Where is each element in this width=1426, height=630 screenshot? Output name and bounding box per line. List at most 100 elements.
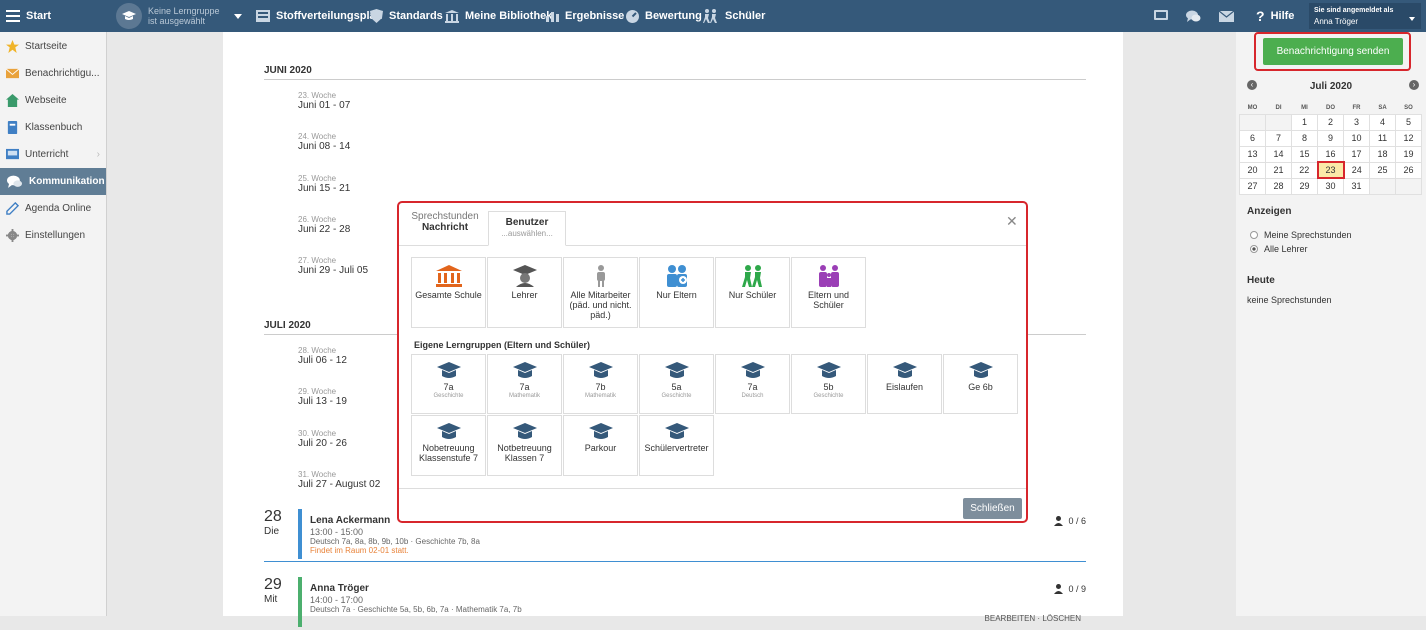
group-tile-7b-mathematik[interactable]: 7b Mathematik [563, 354, 638, 414]
sidebar-item-kommunikation[interactable]: Kommunikation › [0, 168, 106, 195]
today-title: Heute [1247, 275, 1275, 286]
calendar-day[interactable]: 3 [1343, 113, 1370, 131]
help-button[interactable]: ? Hilfe [1256, 0, 1294, 32]
sidebar-item-agenda-online[interactable]: Agenda Online [0, 195, 106, 222]
tile-label: Nur Schüler [728, 290, 777, 300]
calendar-day[interactable]: 4 [1369, 113, 1396, 131]
calendar-day[interactable]: 27 [1239, 177, 1266, 195]
calendar-day[interactable]: 20 [1239, 161, 1266, 179]
mini-calendar: MO DI MI DO FR SA SO 1 2 3 4 5 6 7 8 9 1… [1239, 102, 1422, 195]
nav-ergebnisse[interactable]: Ergebnisse [546, 0, 624, 32]
chevron-right-icon: › [96, 149, 100, 160]
tab-sprechstunden-nachricht[interactable]: Sprechstunden Nachricht [407, 211, 483, 233]
week-entry[interactable]: 30. Woche Juli 20 - 26 [298, 429, 347, 449]
calendar-week: 1 2 3 4 5 [1239, 113, 1422, 131]
calendar-day[interactable]: 5 [1395, 113, 1422, 131]
calendar-day[interactable]: 26 [1395, 161, 1422, 179]
chat-button[interactable] [1186, 0, 1201, 32]
calendar-day[interactable]: 28 [1265, 177, 1292, 195]
group-tile-schuelervertreter[interactable]: Schülervertreter [639, 415, 714, 476]
calendar-day[interactable]: 13 [1239, 145, 1266, 163]
group-selector[interactable]: Keine Lerngruppe ist ausgewählt [116, 0, 242, 32]
week-entry[interactable]: 28. Woche Juli 06 - 12 [298, 346, 347, 366]
calendar-day[interactable]: 24 [1343, 161, 1370, 179]
calendar-day[interactable]: 11 [1369, 129, 1396, 147]
week-entry[interactable]: 24. Woche Juni 08 - 14 [298, 132, 350, 152]
screen-share-button[interactable] [1154, 0, 1168, 32]
group-tile-5b-geschichte[interactable]: 5b Geschichte [791, 354, 866, 414]
tile-nur-eltern[interactable]: Nur Eltern [639, 257, 714, 328]
menu-button[interactable]: Start [6, 0, 51, 32]
calendar-day[interactable]: 7 [1265, 129, 1292, 147]
mail-button[interactable] [1219, 0, 1234, 32]
shield-icon [370, 9, 383, 23]
sidebar-item-webseite[interactable]: Webseite [0, 87, 106, 114]
calendar-day[interactable]: 10 [1343, 129, 1370, 147]
sidebar-item-unterricht[interactable]: Unterricht › [0, 141, 106, 168]
calendar-day[interactable]: 14 [1265, 145, 1292, 163]
calendar-prev-button[interactable]: ‹ [1247, 80, 1257, 90]
group-tile-7a-deutsch[interactable]: 7a Deutsch [715, 354, 790, 414]
calendar-day[interactable]: 1 [1291, 113, 1318, 131]
calendar-day[interactable]: 18 [1369, 145, 1396, 163]
nav-label: Bewertung [645, 10, 702, 22]
week-entry[interactable]: 27. Woche Juni 29 - Juli 05 [298, 256, 368, 276]
close-button[interactable]: Schließen [963, 498, 1022, 519]
calendar-day[interactable]: 6 [1239, 129, 1266, 147]
group-tile-notbetreuung-klassen-7[interactable]: Notbetreuung Klassen 7 [487, 415, 562, 476]
sidebar-item-einstellungen[interactable]: Einstellungen [0, 222, 106, 249]
sidebar-item-klassenbuch[interactable]: Klassenbuch [0, 114, 106, 141]
calendar-day [1265, 113, 1292, 131]
user-menu[interactable]: Sie sind angemeldet als Anna Tröger [1309, 3, 1421, 29]
nav-schueler[interactable]: Schüler [703, 0, 765, 32]
calendar-day[interactable]: 9 [1317, 129, 1344, 147]
event-actions[interactable]: BEARBEITEN · LÖSCHEN [985, 614, 1081, 623]
calendar-day[interactable]: 15 [1291, 145, 1318, 163]
radio-meine-sprechstunden[interactable]: Meine Sprechstunden [1250, 230, 1352, 240]
tile-gesamte-schule[interactable]: Gesamte Schule [411, 257, 486, 328]
calendar-day[interactable]: 8 [1291, 129, 1318, 147]
calendar-day[interactable]: 19 [1395, 145, 1422, 163]
calendar-day[interactable]: 12 [1395, 129, 1422, 147]
week-entry[interactable]: 29. Woche Juli 13 - 19 [298, 387, 347, 407]
calendar-title: Juli 2020 [1309, 81, 1353, 92]
calendar-day[interactable]: 31 [1343, 177, 1370, 195]
event-entry[interactable]: 29 Mit Anna Tröger 14:00 - 17:00 Deutsch… [264, 576, 1086, 630]
week-entry[interactable]: 31. Woche Juli 27 - August 02 [298, 470, 380, 490]
calendar-day[interactable]: 30 [1317, 177, 1344, 195]
week-entry[interactable]: 26. Woche Juni 22 - 28 [298, 215, 350, 235]
person-icon [1054, 516, 1064, 526]
tile-lehrer[interactable]: Lehrer [487, 257, 562, 328]
group-tile-7a-mathematik[interactable]: 7a Mathematik [487, 354, 562, 414]
week-entry[interactable]: 23. Woche Juni 01 - 07 [298, 91, 350, 111]
calendar-day-today[interactable]: 23 [1316, 161, 1345, 179]
calendar-day[interactable]: 21 [1265, 161, 1292, 179]
group-tile-parkour[interactable]: Parkour [563, 415, 638, 476]
calendar-day[interactable]: 29 [1291, 177, 1318, 195]
tab-benutzer[interactable]: Benutzer ...auswählen... [488, 211, 566, 246]
group-tile-nobetreuung-klassenstufe-7[interactable]: Nobetreuung Klassenstufe 7 [411, 415, 486, 476]
nav-meine-bibliothek[interactable]: Meine Bibliothek [445, 0, 552, 32]
nav-bewertung[interactable]: Bewertung [626, 0, 702, 32]
modal-close-icon[interactable]: ✕ [1006, 213, 1018, 230]
calendar-day[interactable]: 25 [1369, 161, 1396, 179]
sidebar-item-startseite[interactable]: Startseite [0, 33, 106, 60]
calendar-day[interactable]: 22 [1291, 161, 1318, 179]
radio-alle-lehrer[interactable]: Alle Lehrer [1250, 244, 1308, 254]
group-tile-eislaufen[interactable]: Eislaufen [867, 354, 942, 414]
nav-stoffverteilungsplan[interactable]: Stoffverteilungsplan [256, 0, 382, 32]
calendar-day[interactable]: 17 [1343, 145, 1370, 163]
group-tile-ge-6b[interactable]: Ge 6b [943, 354, 1018, 414]
sidebar-item-benachrichtigungen[interactable]: Benachrichtigu... [0, 60, 106, 87]
calendar-next-button[interactable]: › [1409, 80, 1419, 90]
group-tile-5a-geschichte[interactable]: 5a Geschichte [639, 354, 714, 414]
group-tile-7a-geschichte[interactable]: 7a Geschichte [411, 354, 486, 414]
calendar-day[interactable]: 16 [1317, 145, 1344, 163]
nav-standards[interactable]: Standards [370, 0, 443, 32]
tile-nur-schueler[interactable]: Nur Schüler [715, 257, 790, 328]
week-entry[interactable]: 25. Woche Juni 15 - 21 [298, 174, 350, 194]
send-notification-button[interactable]: Benachrichtigung senden [1263, 38, 1403, 65]
calendar-day[interactable]: 2 [1317, 113, 1344, 131]
tile-eltern-und-schueler[interactable]: Eltern und Schüler [791, 257, 866, 328]
tile-alle-mitarbeiter[interactable]: Alle Mitarbeiter (päd. und nicht. päd.) [563, 257, 638, 328]
